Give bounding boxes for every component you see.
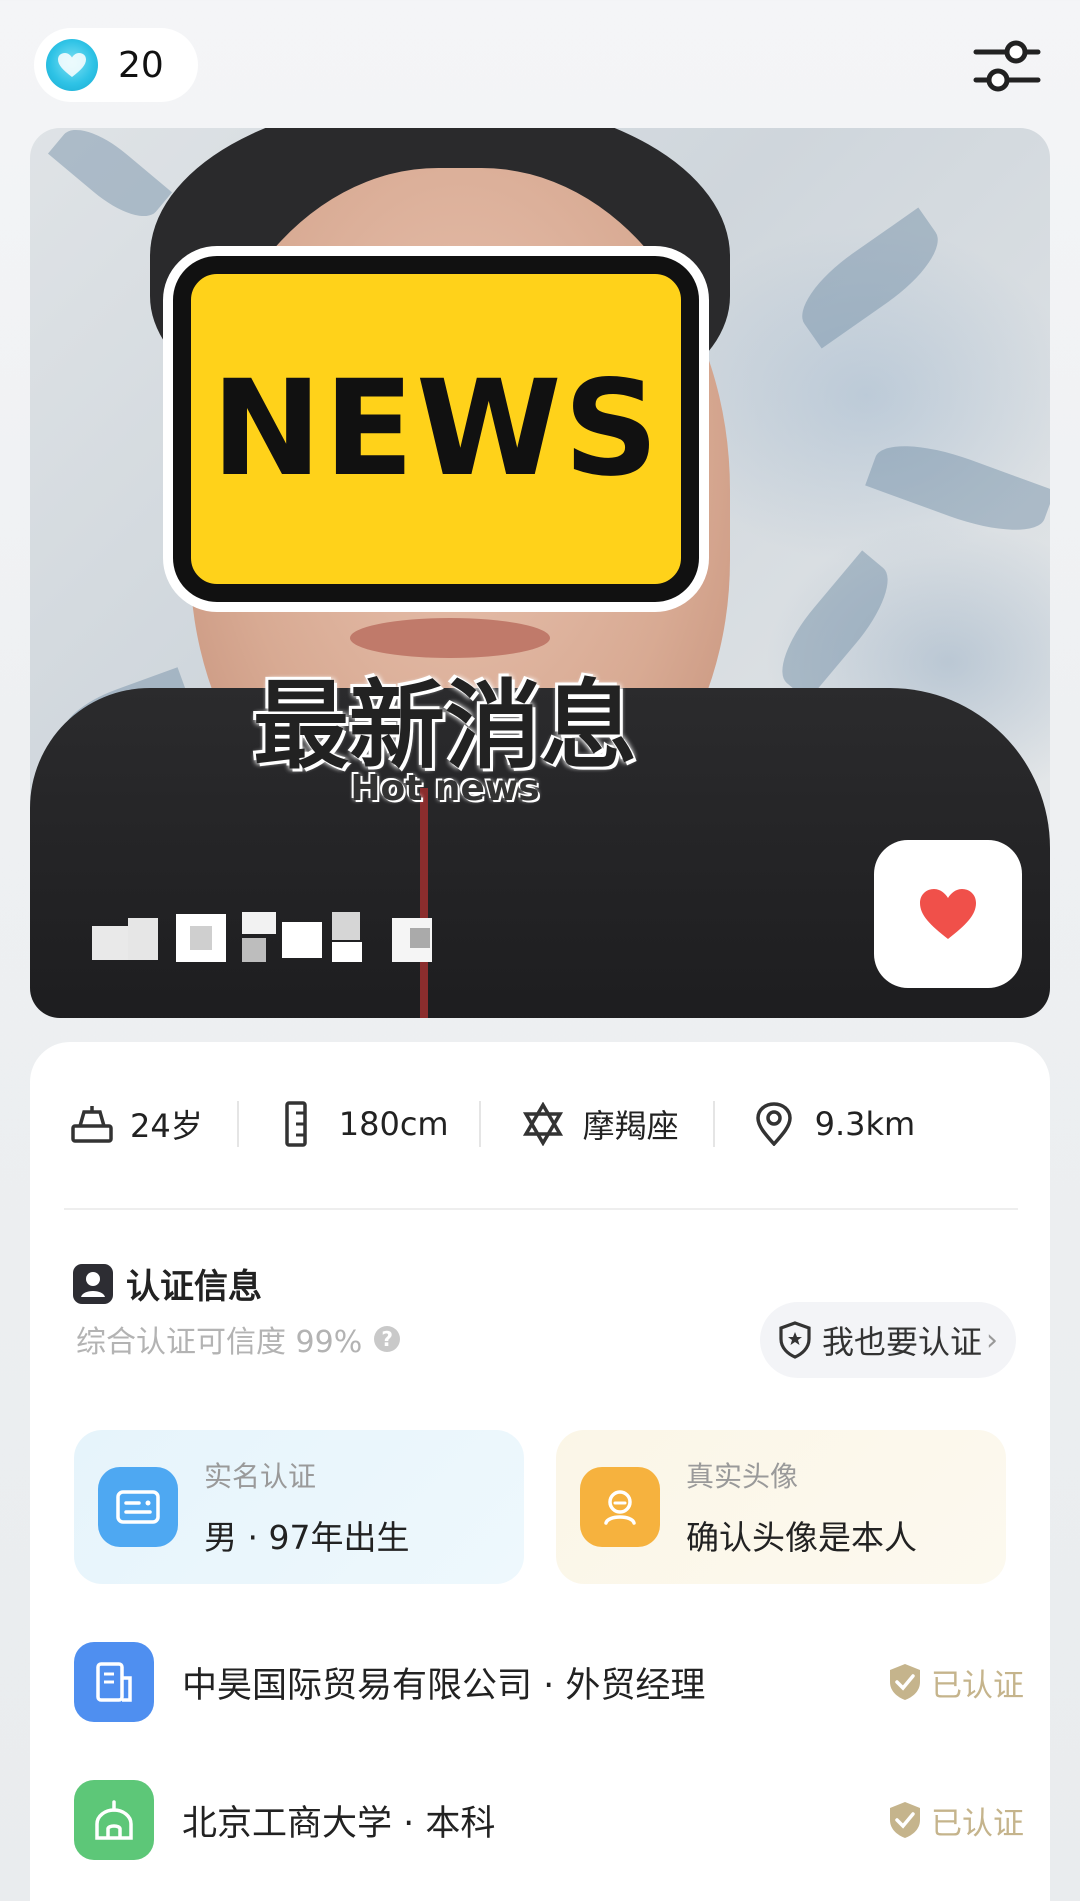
gem-balance-pill[interactable]: 20 bbox=[34, 28, 198, 102]
age-icon bbox=[71, 1106, 113, 1143]
diamond-icon bbox=[46, 39, 98, 91]
hot-news-caption-en: Hot news bbox=[350, 768, 540, 809]
certification-title: 认证信息 bbox=[126, 1267, 262, 1307]
stat-height-text: 180cm bbox=[338, 1105, 449, 1143]
school-row[interactable]: 北京工商大学 · 本科 已认证 bbox=[74, 1780, 1024, 1860]
company-text: 中昊国际贸易有限公司 · 外贸经理 bbox=[182, 1665, 706, 1706]
leaf-pattern bbox=[865, 429, 1050, 547]
avatar-icon bbox=[580, 1467, 660, 1547]
stat-distance-text: 9.3km bbox=[814, 1105, 916, 1143]
id-card-icon bbox=[98, 1467, 178, 1547]
stats-row: 24岁 180cm 摩羯座 9.3km bbox=[30, 1082, 1050, 1166]
verified-badge-text: 已认证 bbox=[931, 1667, 1024, 1704]
verified-badge: 已认证 bbox=[887, 1798, 1024, 1843]
stat-separator bbox=[478, 1101, 481, 1147]
real-name-value: 男 · 97年出生 bbox=[204, 1518, 410, 1557]
photo-zipper bbox=[420, 788, 428, 1018]
filter-button[interactable] bbox=[972, 36, 1042, 96]
verified-check-icon bbox=[890, 1664, 920, 1700]
stat-distance: 9.3km bbox=[755, 1082, 916, 1166]
real-name-texts: 实名认证 男 · 97年出生 bbox=[204, 1455, 409, 1559]
filter-sliders-icon bbox=[973, 40, 1041, 92]
stat-separator bbox=[712, 1101, 715, 1147]
chevron-right-icon: › bbox=[986, 1322, 998, 1358]
school-icon bbox=[74, 1780, 154, 1860]
real-avatar-texts: 真实头像 确认头像是本人 bbox=[686, 1455, 917, 1559]
heart-icon bbox=[920, 889, 976, 939]
real-avatar-tile[interactable]: 真实头像 确认头像是本人 bbox=[556, 1430, 1006, 1584]
leaf-pattern bbox=[765, 550, 905, 701]
like-button[interactable] bbox=[874, 840, 1022, 988]
verified-check-icon bbox=[890, 1802, 920, 1838]
gem-count: 20 bbox=[118, 44, 164, 86]
stat-height: 180cm bbox=[283, 1082, 449, 1166]
stat-zodiac: 摩羯座 bbox=[521, 1082, 679, 1166]
help-icon[interactable]: ? bbox=[374, 1326, 401, 1352]
hot-news-caption-cn: 最新消息 bbox=[253, 670, 637, 782]
stat-age: 24岁 bbox=[70, 1082, 203, 1166]
shield-icon bbox=[779, 1321, 811, 1359]
real-name-tile[interactable]: 实名认证 男 · 97年出生 bbox=[74, 1430, 524, 1584]
leaf-pattern bbox=[787, 207, 953, 349]
profile-info-card: 24岁 180cm 摩羯座 9.3km 认证信息 综合认证可信度 99% ? 我… bbox=[30, 1042, 1050, 1901]
news-sticker-text: NEWS bbox=[211, 352, 661, 506]
pixelated-name bbox=[92, 912, 432, 962]
profile-photo-card[interactable]: NEWS 最新消息 Hot news bbox=[30, 128, 1050, 1018]
company-row[interactable]: 中昊国际贸易有限公司 · 外贸经理 已认证 bbox=[74, 1642, 1024, 1722]
certification-subtitle: 综合认证可信度 99% bbox=[76, 1325, 363, 1360]
leaf-pattern bbox=[47, 128, 173, 231]
stat-age-text: 24岁 bbox=[130, 1107, 203, 1145]
news-sticker: NEWS bbox=[173, 256, 699, 602]
zodiac-star-icon bbox=[522, 1102, 563, 1146]
real-name-label: 实名认证 bbox=[204, 1460, 317, 1493]
location-pin-icon bbox=[755, 1102, 792, 1146]
stat-separator bbox=[236, 1101, 239, 1147]
verify-me-button[interactable]: 我也要认证 › bbox=[759, 1302, 1016, 1378]
certification-subtitle-row: 综合认证可信度 99% ? bbox=[76, 1317, 401, 1361]
stat-zodiac-text: 摩羯座 bbox=[582, 1107, 679, 1145]
certification-header: 认证信息 bbox=[72, 1259, 262, 1308]
real-avatar-value: 确认头像是本人 bbox=[686, 1518, 917, 1557]
verified-badge-text: 已认证 bbox=[931, 1805, 1024, 1842]
divider bbox=[64, 1208, 1018, 1210]
school-text: 北京工商大学 · 本科 bbox=[182, 1803, 496, 1844]
verified-badge: 已认证 bbox=[887, 1660, 1024, 1705]
company-icon bbox=[74, 1642, 154, 1722]
user-badge-icon bbox=[73, 1263, 113, 1304]
real-avatar-label: 真实头像 bbox=[686, 1460, 799, 1493]
height-ruler-icon bbox=[284, 1101, 307, 1147]
top-bar: 20 bbox=[0, 0, 1080, 128]
verify-me-label: 我也要认证 bbox=[821, 1323, 982, 1361]
